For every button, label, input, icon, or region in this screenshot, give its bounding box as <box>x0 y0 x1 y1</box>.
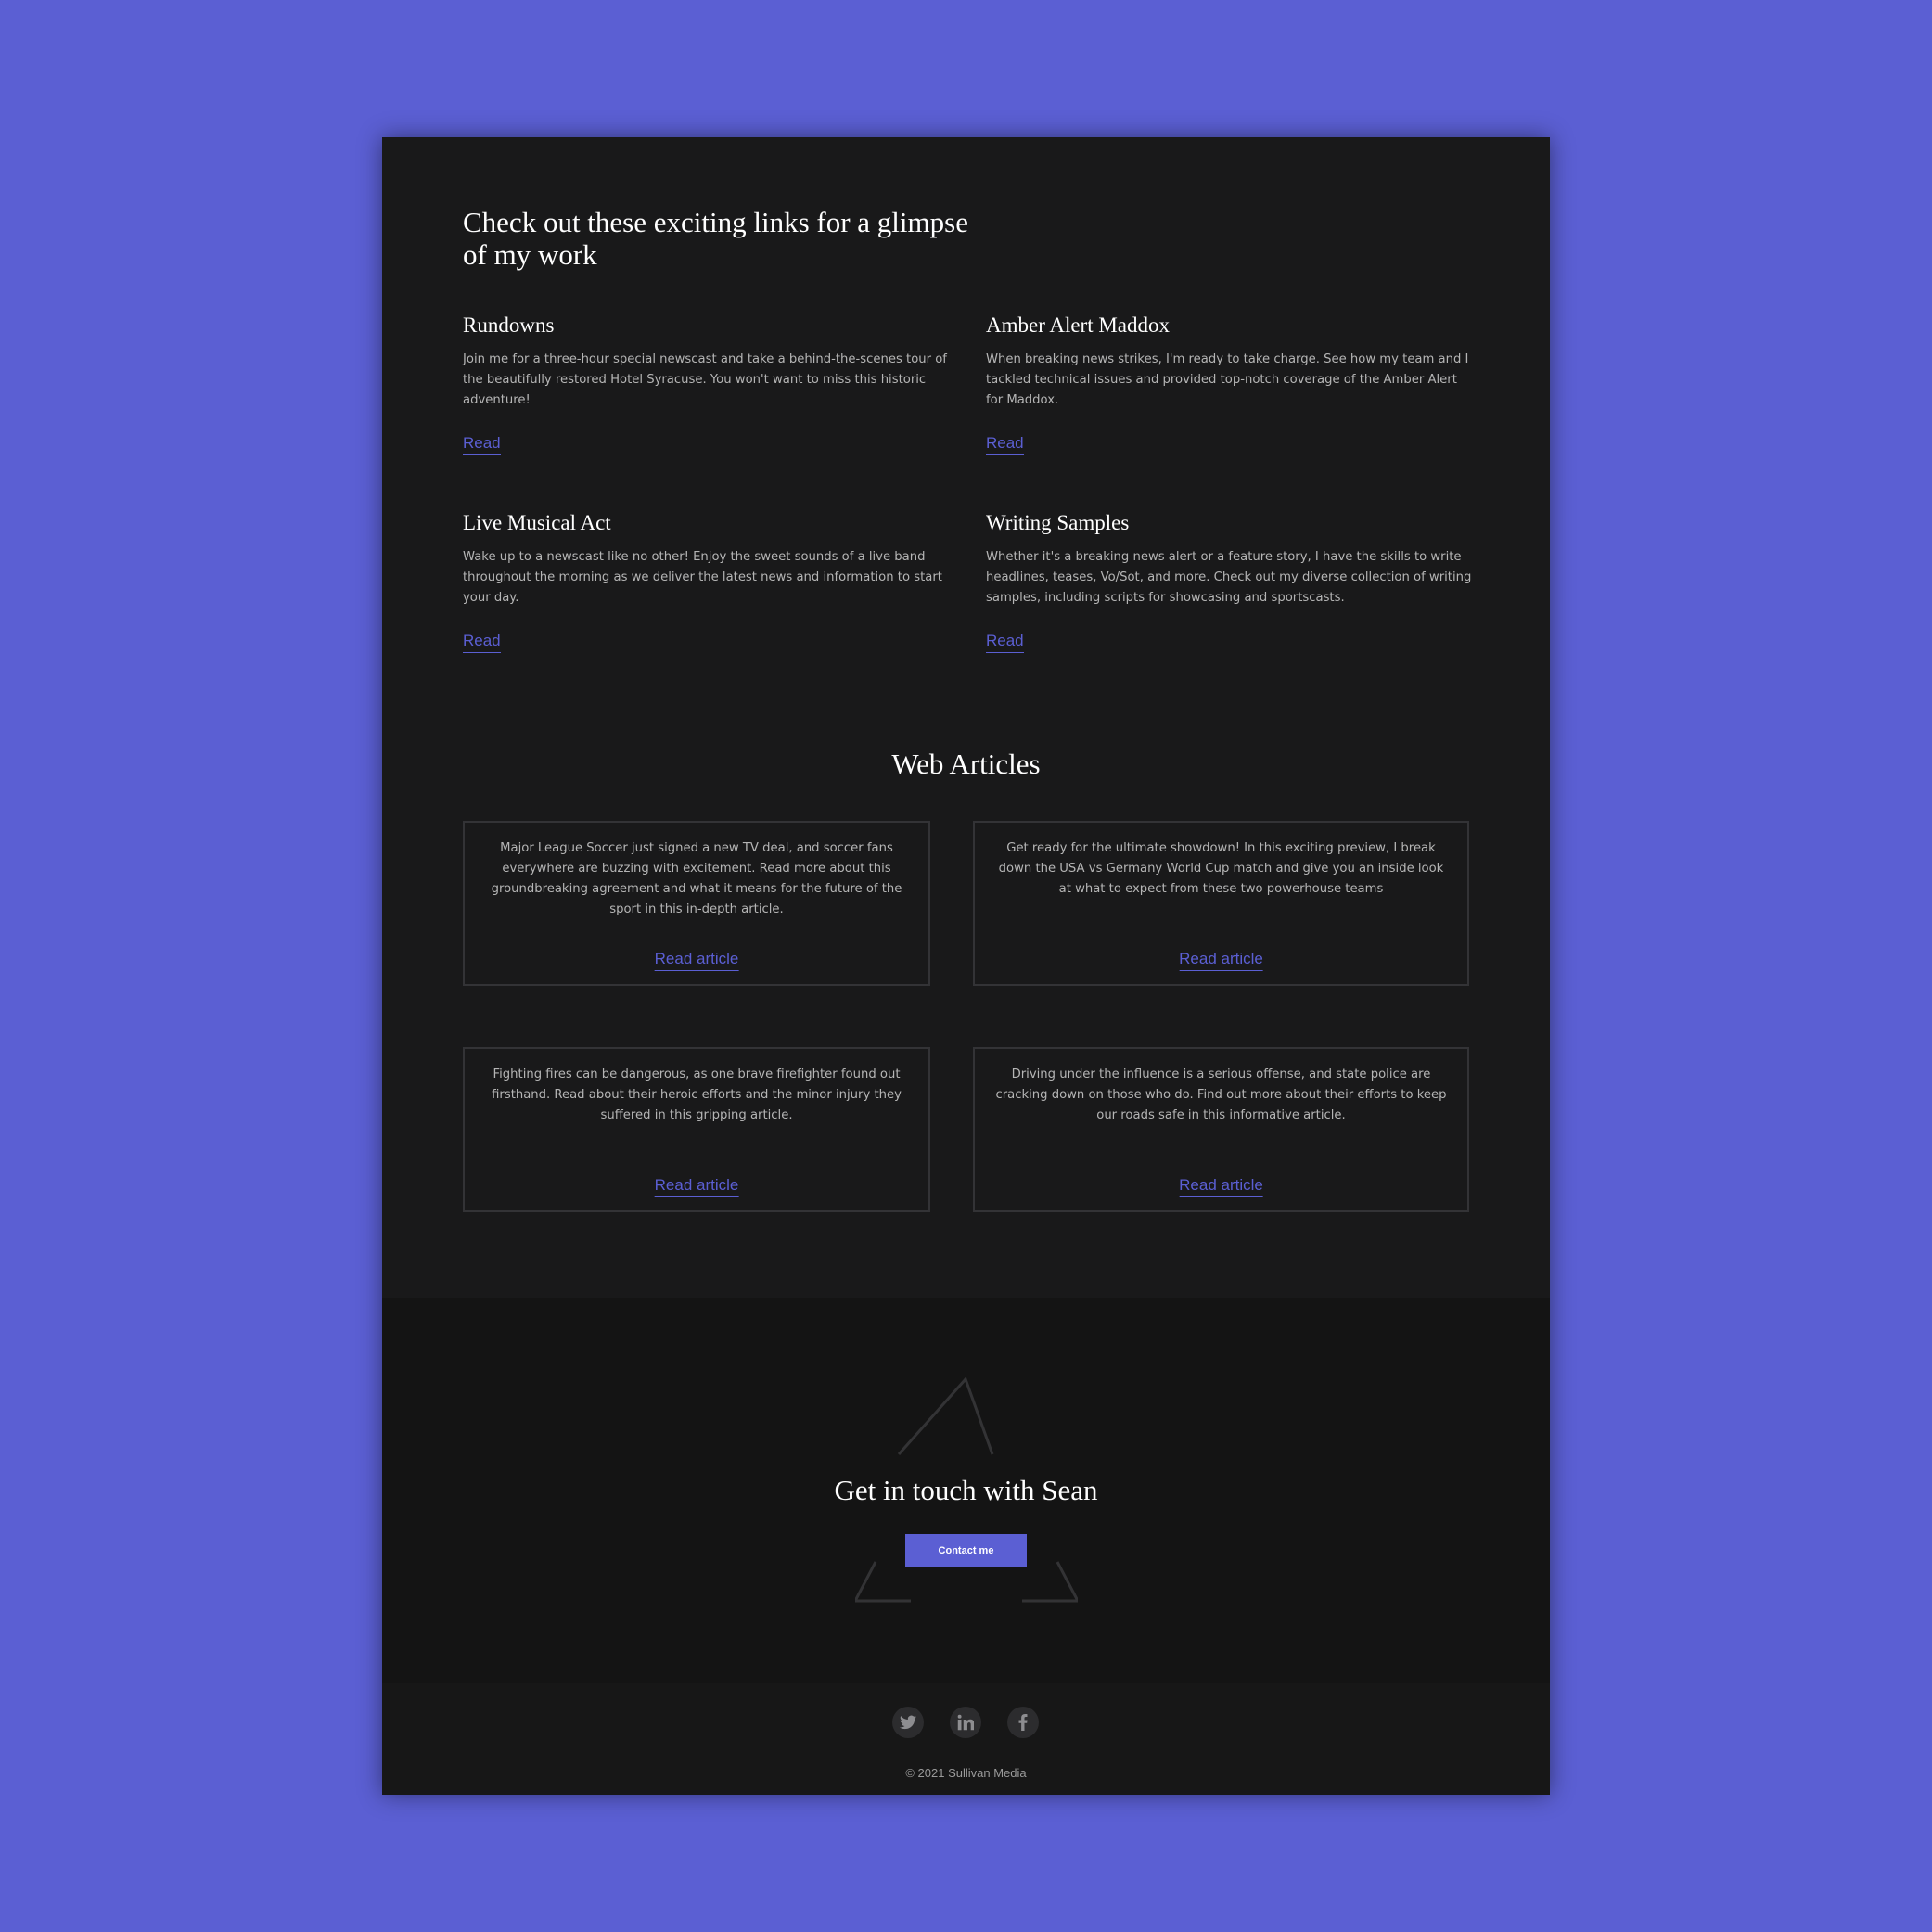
footer: © 2021 Sullivan Media <box>382 1683 1550 1795</box>
contact-section: Get in touch with Sean Contact me <box>382 1298 1550 1683</box>
article-card: Driving under the influence is a serious… <box>973 1047 1469 1212</box>
link-item-amber-alert: Amber Alert Maddox When breaking news st… <box>986 313 1473 455</box>
article-card: Fighting fires can be dangerous, as one … <box>463 1047 930 1212</box>
web-articles-title: Web Articles <box>891 748 1041 780</box>
link-title: Live Musical Act <box>463 511 611 534</box>
read-article-link[interactable]: Read article <box>1179 951 1263 971</box>
read-article-link[interactable]: Read article <box>654 951 739 971</box>
link-item-writing-samples: Writing Samples Whether it's a breaking … <box>986 510 1473 653</box>
link-item-live-musical-act: Live Musical Act Wake up to a newscast l… <box>463 510 950 653</box>
article-description: Major League Soccer just signed a new TV… <box>491 841 902 916</box>
linkedin-icon[interactable] <box>950 1707 981 1738</box>
read-link-amber-alert[interactable]: Read <box>986 435 1024 455</box>
read-article-link[interactable]: Read article <box>654 1177 739 1197</box>
copyright-text: © 2021 Sullivan Media <box>905 1766 1027 1780</box>
link-title: Amber Alert Maddox <box>986 313 1171 337</box>
article-description: Fighting fires can be dangerous, as one … <box>492 1068 902 1122</box>
read-link-rundowns[interactable]: Read <box>463 435 501 455</box>
page-container: Check out these exciting links for a gli… <box>382 137 1550 1795</box>
link-title: Rundowns <box>463 313 555 337</box>
read-link-writing-samples[interactable]: Read <box>986 633 1024 653</box>
read-article-link[interactable]: Read article <box>1179 1177 1263 1197</box>
link-title: Writing Samples <box>986 511 1130 534</box>
link-description: Join me for a three-hour special newscas… <box>463 352 947 407</box>
article-description: Get ready for the ultimate showdown! In … <box>998 841 1444 896</box>
contact-title: Get in touch with Sean <box>834 1474 1098 1506</box>
contact-me-button[interactable]: Contact me <box>905 1534 1027 1567</box>
article-card: Get ready for the ultimate showdown! In … <box>973 821 1469 986</box>
twitter-icon[interactable] <box>892 1707 924 1738</box>
link-description: When breaking news strikes, I'm ready to… <box>986 352 1469 407</box>
link-item-rundowns: Rundowns Join me for a three-hour specia… <box>463 313 950 455</box>
link-description: Wake up to a newscast like no other! Enj… <box>463 550 942 605</box>
article-description: Driving under the influence is a serious… <box>995 1068 1447 1122</box>
link-description: Whether it's a breaking news alert or a … <box>986 550 1472 605</box>
intro-title: Check out these exciting links for a gli… <box>463 206 968 271</box>
article-card: Major League Soccer just signed a new TV… <box>463 821 930 986</box>
facebook-icon[interactable] <box>1007 1707 1039 1738</box>
read-link-live-musical-act[interactable]: Read <box>463 633 501 653</box>
